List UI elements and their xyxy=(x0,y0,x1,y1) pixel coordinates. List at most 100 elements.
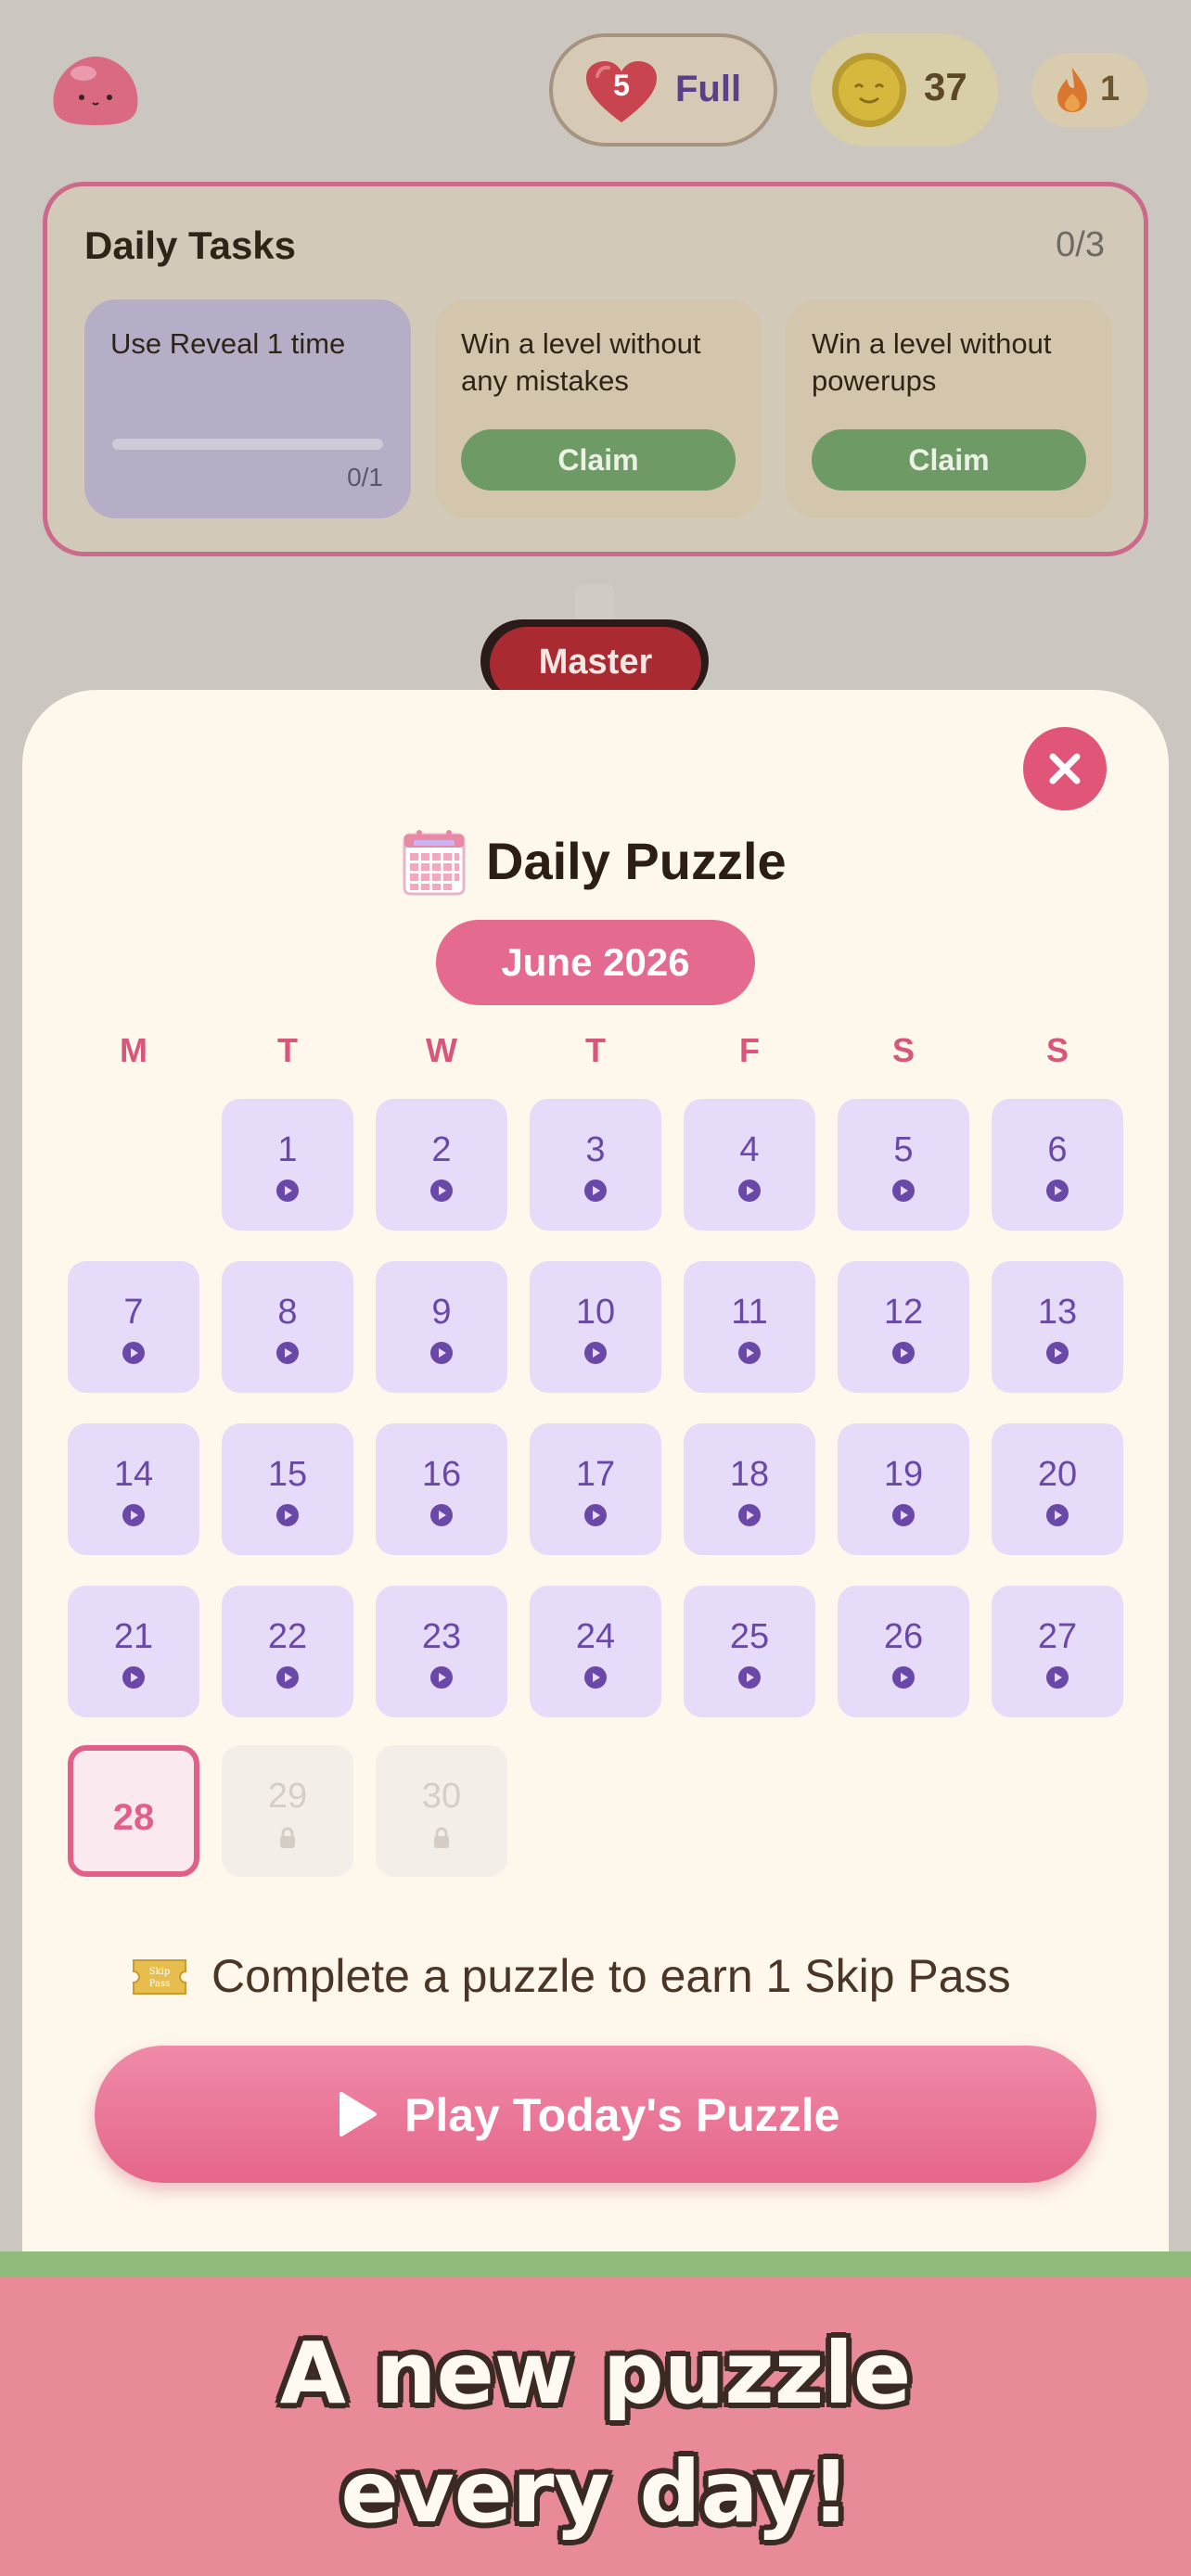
calendar-day[interactable]: 4 xyxy=(684,1099,815,1231)
calendar-day[interactable]: 21 xyxy=(68,1586,199,1717)
calendar-day[interactable]: 5 xyxy=(838,1099,969,1231)
task-text: Win a level without any mistakes xyxy=(461,327,701,397)
lives-label: Full xyxy=(675,69,742,109)
day-number: 14 xyxy=(113,1455,154,1494)
day-number: 9 xyxy=(431,1293,452,1332)
play-icon xyxy=(122,1341,146,1365)
day-number: 13 xyxy=(1037,1293,1078,1332)
day-number: 19 xyxy=(883,1455,924,1494)
calendar-day[interactable]: 27 xyxy=(992,1586,1123,1717)
day-number: 12 xyxy=(883,1293,924,1332)
coins-count: 37 xyxy=(924,65,967,108)
play-icon xyxy=(583,1341,608,1365)
promo-headline-line1: A new puzzle xyxy=(279,2324,912,2423)
promo-headline-line2: every day! xyxy=(340,2442,851,2542)
calendar-day[interactable]: 25 xyxy=(684,1586,815,1717)
calendar-icon xyxy=(401,827,467,898)
play-icon xyxy=(275,1341,300,1365)
calendar-day[interactable]: 11 xyxy=(684,1261,815,1393)
play-icon xyxy=(737,1179,762,1203)
weekday-label: M xyxy=(120,1031,147,1069)
task-card: Win a level without any mistakes Claim xyxy=(435,300,762,518)
lock-icon xyxy=(278,1827,297,1849)
calendar-day[interactable]: 20 xyxy=(992,1423,1123,1555)
play-icon xyxy=(891,1341,916,1365)
claim-button[interactable]: Claim xyxy=(461,429,736,491)
day-number: 25 xyxy=(729,1617,770,1656)
top-bar: 5 Full 37 1 xyxy=(0,0,1191,176)
coins-indicator[interactable]: 37 xyxy=(811,33,998,147)
play-icon xyxy=(275,1179,300,1203)
calendar-day[interactable]: 13 xyxy=(992,1261,1123,1393)
calendar-day[interactable]: 1 xyxy=(222,1099,353,1231)
play-icon xyxy=(429,1503,454,1527)
calendar-day[interactable]: 7 xyxy=(68,1261,199,1393)
calendar-day-today[interactable]: 28 xyxy=(68,1745,199,1877)
earn-skip-pass-text: Complete a puzzle to earn 1 Skip Pass xyxy=(211,1950,1011,2002)
skip-pass-ticket-word1: Skip xyxy=(149,1967,171,1977)
calendar-day[interactable]: 18 xyxy=(684,1423,815,1555)
day-number: 26 xyxy=(883,1617,924,1656)
task-card[interactable]: Use Reveal 1 time 0/1 xyxy=(84,300,411,518)
calendar-day[interactable]: 10 xyxy=(530,1261,661,1393)
calendar-day[interactable]: 8 xyxy=(222,1261,353,1393)
calendar-day[interactable]: 17 xyxy=(530,1423,661,1555)
calendar-day[interactable]: 3 xyxy=(530,1099,661,1231)
calendar-day[interactable]: 22 xyxy=(222,1586,353,1717)
calendar-day[interactable]: 14 xyxy=(68,1423,199,1555)
play-icon xyxy=(275,1503,300,1527)
play-icon xyxy=(336,2090,378,2138)
daily-tasks-count: 0/3 xyxy=(1056,225,1105,264)
day-number: 17 xyxy=(575,1455,616,1494)
calendar-day[interactable]: 26 xyxy=(838,1586,969,1717)
calendar-day[interactable]: 9 xyxy=(376,1261,507,1393)
day-number: 22 xyxy=(267,1617,308,1656)
coin-icon xyxy=(831,52,907,128)
day-number: 7 xyxy=(123,1293,144,1332)
play-icon xyxy=(122,1503,146,1527)
day-number: 15 xyxy=(267,1455,308,1494)
claim-button[interactable]: Claim xyxy=(812,429,1086,491)
play-icon xyxy=(1045,1341,1069,1365)
day-number: 20 xyxy=(1037,1455,1078,1494)
calendar-day-locked: 29 xyxy=(222,1745,353,1877)
day-number: 18 xyxy=(729,1455,770,1494)
calendar-day[interactable]: 19 xyxy=(838,1423,969,1555)
month-selector[interactable]: June 2026 xyxy=(436,920,755,1005)
weekday-label: S xyxy=(891,1031,915,1069)
close-button[interactable] xyxy=(1023,727,1107,810)
play-icon xyxy=(583,1179,608,1203)
lives-count: 5 xyxy=(613,69,630,102)
calendar-day[interactable]: 2 xyxy=(376,1099,507,1231)
day-number: 6 xyxy=(1047,1130,1068,1169)
day-number: 21 xyxy=(113,1617,154,1656)
lives-indicator[interactable]: 5 Full xyxy=(549,33,777,147)
calendar-day[interactable]: 24 xyxy=(530,1586,661,1717)
calendar-day[interactable]: 6 xyxy=(992,1099,1123,1231)
play-todays-puzzle-button[interactable]: Play Today's Puzzle xyxy=(95,2046,1096,2183)
weekday-label: F xyxy=(739,1031,760,1069)
day-number: 24 xyxy=(575,1617,616,1656)
play-icon xyxy=(1045,1503,1069,1527)
day-number: 27 xyxy=(1037,1617,1078,1656)
promo-banner: A new puzzle every day! xyxy=(0,2277,1191,2576)
daily-tasks-panel: Daily Tasks 0/3 Use Reveal 1 time 0/1 Wi… xyxy=(43,182,1148,556)
task-card: Win a level without powerups Claim xyxy=(786,300,1112,518)
calendar-day[interactable]: 16 xyxy=(376,1423,507,1555)
play-icon xyxy=(429,1665,454,1690)
task-text: Use Reveal 1 time xyxy=(110,327,346,360)
calendar-day[interactable]: 23 xyxy=(376,1586,507,1717)
play-icon xyxy=(275,1665,300,1690)
calendar-day[interactable]: 12 xyxy=(838,1261,969,1393)
weekday-label: T xyxy=(277,1031,298,1069)
play-icon xyxy=(583,1665,608,1690)
play-icon xyxy=(583,1503,608,1527)
day-number: 11 xyxy=(731,1293,768,1332)
slime-avatar-icon[interactable] xyxy=(46,51,145,129)
ground-strip xyxy=(0,2251,1191,2277)
play-icon xyxy=(1045,1179,1069,1203)
day-number: 5 xyxy=(893,1130,914,1169)
flame-icon xyxy=(1056,66,1089,114)
calendar-day[interactable]: 15 xyxy=(222,1423,353,1555)
streak-indicator[interactable]: 1 xyxy=(1031,53,1147,127)
